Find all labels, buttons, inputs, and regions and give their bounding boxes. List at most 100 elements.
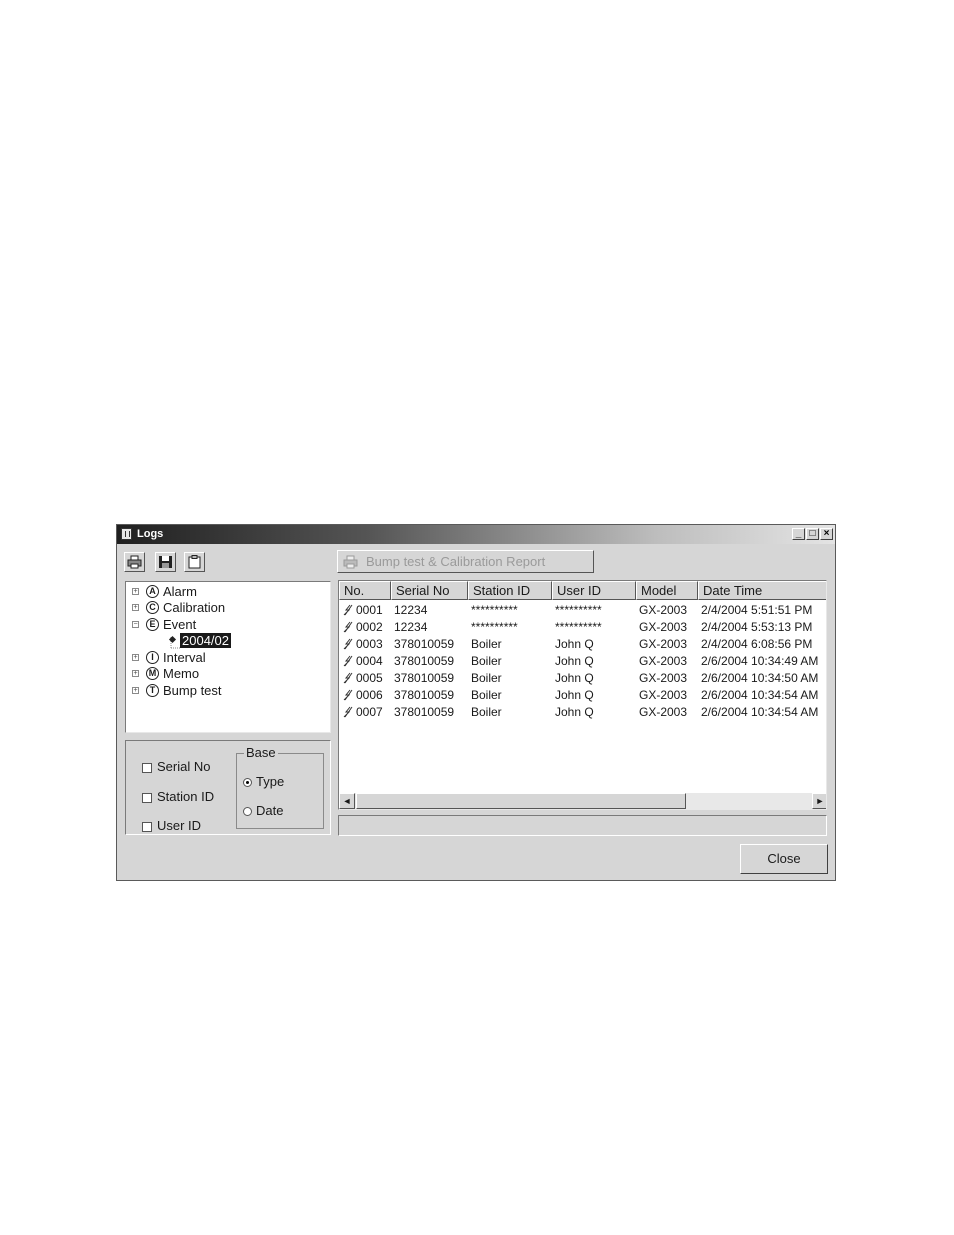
row-number-cell: 0007 — [339, 704, 391, 720]
checkbox-label: Serial No — [157, 759, 211, 774]
collapse-icon[interactable]: − — [132, 621, 139, 628]
table-cell: 12234 — [394, 603, 428, 617]
row-number-cell: 0003 — [339, 636, 391, 652]
station-id-checkbox[interactable] — [142, 793, 152, 803]
event-spark-icon — [343, 706, 353, 718]
save-button[interactable] — [155, 552, 176, 572]
table-row[interactable]: 0002 12234 ********** ********** GX-2003 2/4/… — [339, 619, 826, 635]
row-number: 0005 — [356, 671, 383, 685]
expand-icon[interactable]: + — [132, 604, 139, 611]
alarm-badge-icon: A — [146, 585, 159, 598]
base-date-radio[interactable] — [243, 807, 252, 816]
horizontal-scrollbar[interactable]: ◄ ► — [339, 793, 826, 809]
printer-icon — [127, 555, 142, 569]
table-cell: GX-2003 — [639, 671, 688, 685]
radio-label: Type — [256, 774, 285, 789]
table-cell: GX-2003 — [639, 603, 688, 617]
table-cell: John Q — [555, 688, 594, 702]
close-button[interactable]: Close — [740, 844, 828, 874]
table-cell: John Q — [555, 705, 594, 719]
table-row[interactable]: 0006 378010059 Boiler John Q GX-2003 2/6/2004… — [339, 687, 826, 703]
table-row[interactable]: 0001 12234 ********** ********** GX-2003 2/4/… — [339, 602, 826, 618]
tree-item-label: Alarm — [163, 584, 197, 599]
table-cell: 2/4/2004 5:51:51 PM — [701, 603, 813, 617]
bump-test-badge-icon: T — [146, 684, 159, 697]
log-tree[interactable]: + A Alarm + C Calibration − E Event 2004… — [125, 581, 331, 733]
tree-item-event-2004-02[interactable]: 2004/02 — [126, 633, 326, 649]
checkbox-label: User ID — [157, 818, 202, 833]
scroll-thumb[interactable] — [356, 793, 686, 809]
event-spark-icon — [343, 689, 353, 701]
event-badge-icon: E — [146, 618, 159, 631]
tree-item-label: Event — [163, 617, 197, 632]
filter-options-panel: Serial No Station ID User ID Base Type D… — [125, 740, 331, 835]
calibration-badge-icon: C — [146, 601, 159, 614]
selected-tree-child: 2004/02 — [180, 633, 231, 648]
event-spark-icon — [343, 638, 353, 650]
row-number-cell: 0004 — [339, 653, 391, 669]
close-window-button[interactable]: × — [820, 528, 833, 540]
title-bar[interactable]: Logs _ □ × — [117, 525, 835, 544]
table-cell: 378010059 — [394, 654, 455, 668]
table-cell: GX-2003 — [639, 620, 688, 634]
column-header-model[interactable]: Model — [636, 581, 698, 600]
node-diamond-icon — [168, 635, 177, 644]
table-cell: 2/4/2004 5:53:13 PM — [701, 620, 813, 634]
event-spark-icon — [343, 672, 353, 684]
column-header-no[interactable]: No. — [339, 581, 391, 600]
event-spark-icon — [343, 621, 353, 633]
expand-icon[interactable]: + — [132, 670, 139, 677]
logs-table[interactable]: No. Serial No Station ID User ID Model D… — [338, 580, 827, 810]
expand-icon[interactable]: + — [132, 588, 139, 595]
user-id-checkbox[interactable] — [142, 822, 152, 832]
minimize-button[interactable]: _ — [792, 528, 805, 540]
table-row[interactable]: 0003 378010059 Boiler John Q GX-2003 2/4/2004… — [339, 636, 826, 652]
table-cell: John Q — [555, 654, 594, 668]
event-spark-icon — [343, 655, 353, 667]
tree-item-label: Bump test — [163, 683, 222, 698]
table-row[interactable]: 0007 378010059 Boiler John Q GX-2003 2/6/2004… — [339, 704, 826, 720]
row-number-cell: 0002 — [339, 619, 391, 635]
table-cell: Boiler — [471, 688, 502, 702]
bump-calibration-report-button[interactable]: Bump test & Calibration Report — [337, 550, 594, 573]
clipboard-button[interactable] — [184, 552, 205, 572]
base-group-title: Base — [244, 745, 278, 760]
scroll-right-arrow-icon[interactable]: ► — [812, 793, 826, 809]
scroll-left-arrow-icon[interactable]: ◄ — [339, 793, 355, 809]
table-cell: Boiler — [471, 705, 502, 719]
table-cell: 378010059 — [394, 705, 455, 719]
tree-item-label: Memo — [163, 666, 200, 681]
logs-window: Logs _ □ × Bump test & Calibration Repor… — [116, 524, 836, 881]
expand-icon[interactable]: + — [132, 687, 139, 694]
table-cell: 2/6/2004 10:34:49 AM — [701, 654, 819, 668]
row-number-cell: 0006 — [339, 687, 391, 703]
table-cell: 378010059 — [394, 688, 455, 702]
table-row[interactable]: 0005 378010059 Boiler John Q GX-2003 2/6/2004… — [339, 670, 826, 686]
table-cell: ********** — [555, 620, 602, 634]
table-cell: 12234 — [394, 620, 428, 634]
table-cell: ********** — [555, 603, 602, 617]
column-header-serial-no[interactable]: Serial No — [391, 581, 468, 600]
column-header-station-id[interactable]: Station ID — [468, 581, 552, 600]
printer-icon — [343, 555, 358, 569]
column-header-user-id[interactable]: User ID — [552, 581, 636, 600]
row-number: 0001 — [356, 603, 383, 617]
table-cell: ********** — [471, 603, 518, 617]
table-cell: 2/6/2004 10:34:54 AM — [701, 705, 819, 719]
table-cell: 378010059 — [394, 671, 455, 685]
row-number: 0006 — [356, 688, 383, 702]
interval-badge-icon: I — [146, 651, 159, 664]
column-header-date-time[interactable]: Date Time — [698, 581, 826, 600]
expand-icon[interactable]: + — [132, 654, 139, 661]
row-number: 0003 — [356, 637, 383, 651]
base-type-radio[interactable] — [243, 778, 252, 787]
tree-item-label: Calibration — [163, 600, 226, 615]
table-cell: GX-2003 — [639, 654, 688, 668]
table-cell: 2/6/2004 10:34:50 AM — [701, 671, 819, 685]
print-button[interactable] — [124, 552, 145, 572]
table-row[interactable]: 0004 378010059 Boiler John Q GX-2003 2/6/2004… — [339, 653, 826, 669]
maximize-button[interactable]: □ — [806, 528, 819, 540]
table-cell: Boiler — [471, 654, 502, 668]
table-cell: John Q — [555, 637, 594, 651]
serial-no-checkbox[interactable] — [142, 763, 152, 773]
